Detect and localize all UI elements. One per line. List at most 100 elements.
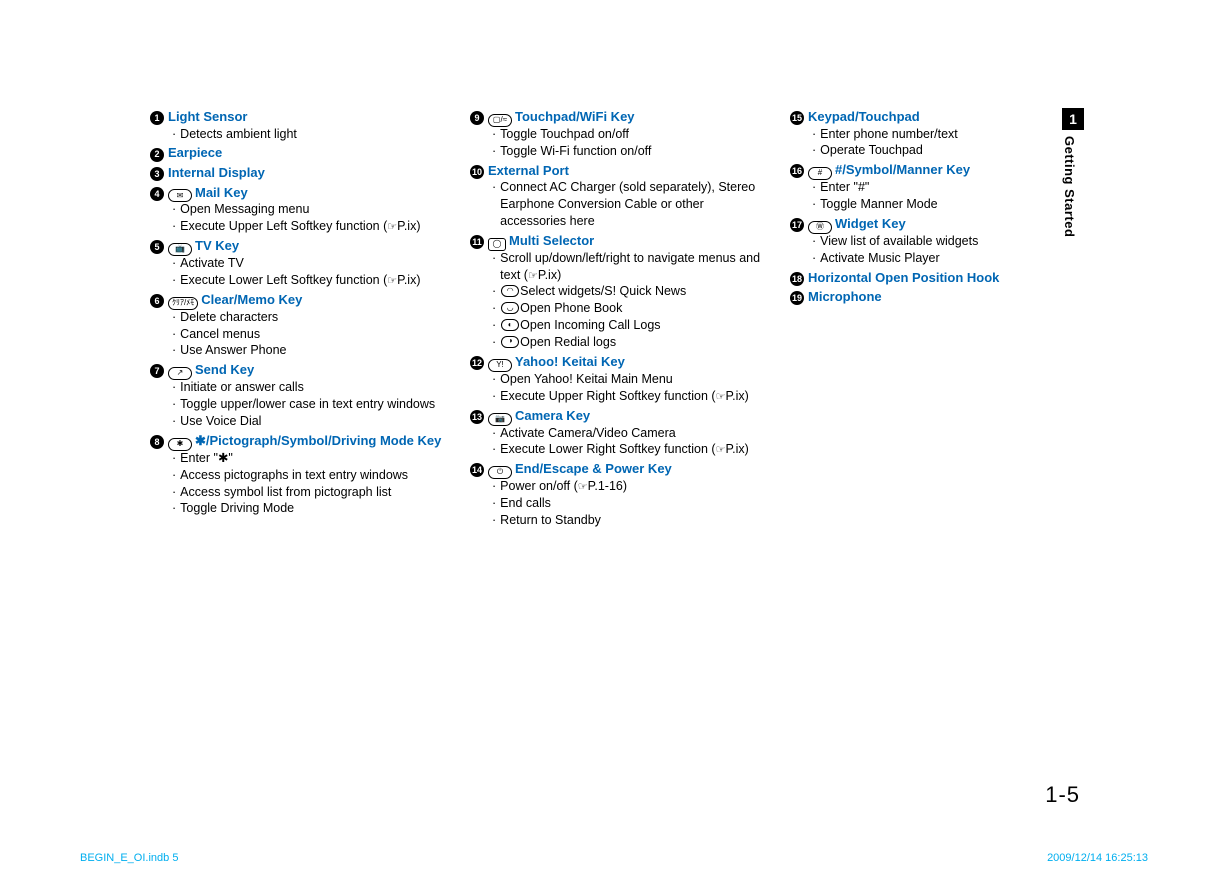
entry-subitem: ·Access pictographs in text entry window…	[172, 467, 450, 484]
chapter-title-vertical: Getting Started	[1062, 136, 1077, 237]
entry-subitem: ·Access symbol list from pictograph list	[172, 484, 450, 501]
entry-sublist: ·Power on/off (☞P.1-16)·End calls·Return…	[470, 478, 770, 529]
entry-subitem: ·Enter phone number/text	[812, 126, 1090, 143]
entry-heading: 7↗Send Key	[150, 361, 450, 379]
doc-entry: 11◯Multi Selector·Scroll up/down/left/ri…	[470, 232, 770, 351]
doc-entry: 10External Port·Connect AC Charger (sold…	[470, 162, 770, 230]
entry-subitem-with-icon: ·◐Open Incoming Call Logs	[492, 317, 770, 334]
entry-heading: 8✱✱/Pictograph/Symbol/Driving Mode Key	[150, 432, 450, 450]
entry-title: Widget Key	[835, 215, 906, 233]
entry-heading: 13 📷Camera Key	[470, 407, 770, 425]
doc-entry: 6ｸﾘｱ/ﾒﾓClear/Memo Key·Delete characters·…	[150, 291, 450, 360]
entry-sublist: ·Activate Camera/Video Camera·Execute Lo…	[470, 425, 770, 459]
column-2: 9▢/≈Touchpad/WiFi Key·Toggle Touchpad on…	[470, 108, 770, 531]
entry-subitem: ·Detects ambient light	[172, 126, 450, 143]
entry-subitem: ·Enter "#"	[812, 179, 1090, 196]
doc-entry: 3Internal Display	[150, 164, 450, 182]
entry-sublist: ·Scroll up/down/left/right to navigate m…	[470, 250, 770, 351]
footer-filename: BEGIN_E_OI.indb 5	[80, 852, 178, 864]
entry-subitem: ·Return to Standby	[492, 512, 770, 529]
hardware-key-icon: ✱	[168, 438, 192, 451]
entry-heading: 9▢/≈Touchpad/WiFi Key	[470, 108, 770, 126]
entry-number-badge: 13	[470, 410, 484, 424]
entry-heading: 18Horizontal Open Position Hook	[790, 269, 1090, 287]
hardware-key-icon: ↗	[168, 367, 192, 380]
entry-sublist: ·Connect AC Charger (sold separately), S…	[470, 179, 770, 230]
print-footer: BEGIN_E_OI.indb 5 2009/12/14 16:25:13	[0, 852, 1228, 864]
entry-number-badge: 9	[470, 111, 484, 125]
entry-title: Keypad/Touchpad	[808, 108, 920, 126]
entry-title: #/Symbol/Manner Key	[835, 161, 970, 179]
entry-subitem: ·Open Messaging menu	[172, 201, 450, 218]
doc-entry: 18Horizontal Open Position Hook	[790, 269, 1090, 287]
entry-title: ✱/Pictograph/Symbol/Driving Mode Key	[195, 432, 441, 450]
entry-sublist: ·View list of available widgets·Activate…	[790, 233, 1090, 267]
entry-title: Clear/Memo Key	[201, 291, 302, 309]
entry-title: Earpiece	[168, 144, 222, 162]
entry-sublist: ·Toggle Touchpad on/off·Toggle Wi-Fi fun…	[470, 126, 770, 160]
entry-subitem: ·Enter "✱"	[172, 450, 450, 467]
entry-title: End/Escape & Power Key	[515, 460, 672, 478]
entry-subitem: ·Execute Lower Left Softkey function (☞P…	[172, 272, 450, 289]
entry-heading: 14⏻End/Escape & Power Key	[470, 460, 770, 478]
entry-title: Light Sensor	[168, 108, 247, 126]
doc-entry: 13 📷Camera Key·Activate Camera/Video Came…	[470, 407, 770, 459]
doc-entry: 16 ##/Symbol/Manner Key·Enter "#"·Toggle …	[790, 161, 1090, 213]
entry-sublist: ·Enter "#"·Toggle Manner Mode	[790, 179, 1090, 213]
doc-entry: 15 Keypad/Touchpad·Enter phone number/tex…	[790, 108, 1090, 159]
entry-subitem: ·Delete characters	[172, 309, 450, 326]
entry-subitem: ·Activate TV	[172, 255, 450, 272]
hardware-key-icon: ▢/≈	[488, 114, 512, 127]
entry-heading: 5📺TV Key	[150, 237, 450, 255]
entry-subitem: ·Execute Upper Left Softkey function (☞P…	[172, 218, 450, 235]
page-number: 1-5	[1045, 782, 1080, 808]
entry-subitem: ·Toggle Driving Mode	[172, 500, 450, 517]
entry-title: Yahoo! Keitai Key	[515, 353, 625, 371]
entry-subitem: ·Cancel menus	[172, 326, 450, 343]
entry-sublist: ·Detects ambient light	[150, 126, 450, 143]
doc-entry: 2Earpiece	[150, 144, 450, 162]
entry-subitem: ·Execute Lower Right Softkey function (☞…	[492, 441, 770, 458]
entry-number-badge: 6	[150, 294, 164, 308]
entry-sublist: ·Delete characters·Cancel menus·Use Answ…	[150, 309, 450, 360]
entry-subitem-with-icon: ·◑Open Redial logs	[492, 334, 770, 351]
entry-number-badge: 16	[790, 164, 804, 178]
doc-entry: 1Light Sensor·Detects ambient light	[150, 108, 450, 142]
entry-subitem-with-icon: ·◠Select widgets/S! Quick News	[492, 283, 770, 300]
entry-heading: 12 Y!Yahoo! Keitai Key	[470, 353, 770, 371]
entry-subitem: ·Toggle upper/lower case in text entry w…	[172, 396, 450, 413]
entry-heading: 15 Keypad/Touchpad	[790, 108, 1090, 126]
entry-subitem: ·Open Yahoo! Keitai Main Menu	[492, 371, 770, 388]
entry-title: Camera Key	[515, 407, 590, 425]
entry-title: Mail Key	[195, 184, 248, 202]
entry-number-badge: 4	[150, 187, 164, 201]
hardware-key-icon: #	[808, 167, 832, 180]
entry-title: Horizontal Open Position Hook	[808, 269, 999, 287]
entry-subitem: ·Toggle Manner Mode	[812, 196, 1090, 213]
entry-title: Internal Display	[168, 164, 265, 182]
entry-subitem: ·End calls	[492, 495, 770, 512]
doc-entry: 19Microphone	[790, 288, 1090, 306]
entry-heading: 19Microphone	[790, 288, 1090, 306]
entry-sublist: ·Open Messaging menu·Execute Upper Left …	[150, 201, 450, 235]
columns-container: 1Light Sensor·Detects ambient light 2Earp…	[150, 108, 1100, 531]
entry-heading: 16 ##/Symbol/Manner Key	[790, 161, 1090, 179]
entry-heading: 4✉Mail Key	[150, 184, 450, 202]
hardware-key-icon: 📷	[488, 413, 512, 426]
hardware-key-icon: Y!	[488, 359, 512, 372]
entry-number-badge: 17	[790, 218, 804, 232]
entry-subitem-with-icon: ·◡Open Phone Book	[492, 300, 770, 317]
entry-subitem: ·Activate Music Player	[812, 250, 1090, 267]
doc-entry: 8✱✱/Pictograph/Symbol/Driving Mode Key·E…	[150, 432, 450, 517]
entry-title: TV Key	[195, 237, 239, 255]
entry-subitem: ·Connect AC Charger (sold separately), S…	[492, 179, 770, 230]
entry-title: Microphone	[808, 288, 882, 306]
selector-direction-icon: ◑	[501, 336, 519, 348]
entry-number-badge: 12	[470, 356, 484, 370]
entry-heading: 6ｸﾘｱ/ﾒﾓClear/Memo Key	[150, 291, 450, 309]
doc-entry: 9▢/≈Touchpad/WiFi Key·Toggle Touchpad on…	[470, 108, 770, 160]
entry-number-badge: 15	[790, 111, 804, 125]
hardware-key-icon: Ⓦ	[808, 221, 832, 234]
entry-subitem: ·Operate Touchpad	[812, 142, 1090, 159]
entry-title: Send Key	[195, 361, 254, 379]
